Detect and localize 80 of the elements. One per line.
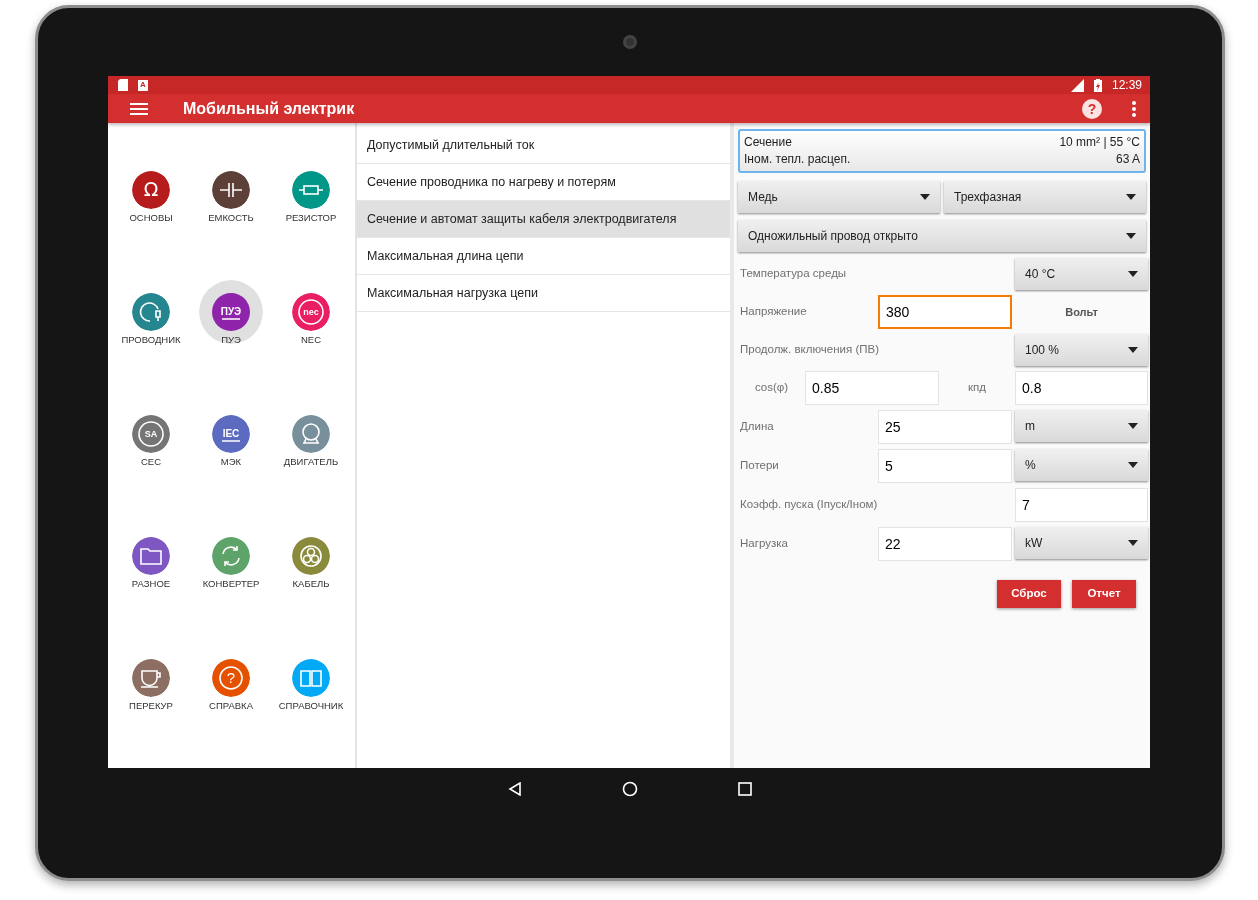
tool-tile[interactable]: Ω ОСНОВЫ — [111, 158, 191, 226]
clock-time: 12:39 — [1111, 77, 1142, 94]
back-icon[interactable] — [508, 782, 522, 796]
unit-dropdown[interactable]: kW — [1015, 527, 1148, 559]
result-value: 63 A — [1115, 151, 1140, 168]
action-button[interactable]: Отчет — [1072, 580, 1136, 608]
input-field[interactable]: 0.85 — [805, 371, 939, 405]
input-field[interactable]: 0.8 — [1015, 371, 1148, 405]
input-field[interactable]: 22 — [878, 527, 1012, 561]
resistor-icon — [292, 171, 330, 209]
signal-icon — [1070, 78, 1084, 92]
list-item[interactable]: Сечение и автомат защиты кабеля электродвигателя — [357, 201, 730, 238]
camera-lens — [623, 35, 637, 49]
tool-tile[interactable]: ПУЭ ПУЭ — [191, 280, 271, 348]
field-label: cos(φ) — [754, 380, 789, 396]
field-label: Напряжение — [739, 304, 808, 320]
logo-icon: SA — [132, 415, 170, 453]
refresh-icon — [212, 537, 250, 575]
unit-dropdown[interactable]: 40 °C — [1015, 258, 1148, 290]
tool-tile[interactable]: ? СПРАВКА — [191, 646, 271, 714]
tool-tile[interactable]: ПРОВОДНИК — [111, 280, 191, 348]
input-field[interactable]: 5 — [878, 449, 1012, 483]
more-options-icon[interactable] — [1132, 100, 1136, 117]
unit-dropdown[interactable]: % — [1015, 449, 1148, 481]
field-label: Длина — [739, 419, 775, 435]
caret-icon — [1128, 423, 1138, 429]
tool-tile[interactable]: КАБЕЛЬ — [271, 524, 351, 592]
tool-tile[interactable]: ПЕРЕКУР — [111, 646, 191, 714]
tool-tile[interactable]: ДВИГАТЕЛЬ — [271, 402, 351, 470]
book-icon — [292, 659, 330, 697]
result-label: Сечение — [744, 134, 792, 151]
tool-tile[interactable]: nec NEC — [271, 280, 351, 348]
notification-icon: A — [138, 79, 148, 91]
input-field[interactable]: 25 — [878, 410, 1012, 444]
cable-icon — [292, 537, 330, 575]
logo-icon: IEC — [212, 415, 250, 453]
action-button[interactable]: Сброс — [997, 580, 1061, 608]
caret-icon — [1126, 194, 1136, 200]
material-dropdown[interactable]: Медь — [738, 181, 940, 213]
tool-tile[interactable]: ЕМКОСТЬ — [191, 158, 271, 226]
unit-label: Вольт — [1064, 304, 1099, 320]
help-icon[interactable]: ? — [1082, 98, 1102, 119]
tool-tile[interactable]: SA CEC — [111, 402, 191, 470]
field-label: Нагрузка — [739, 536, 789, 552]
sd-card-icon — [118, 79, 128, 91]
capacitor-icon — [212, 171, 250, 209]
logo-icon: nec — [292, 293, 330, 331]
input-field[interactable]: 380 — [878, 295, 1012, 329]
caret-icon — [1128, 347, 1138, 353]
unit-dropdown[interactable]: m — [1015, 410, 1148, 442]
caret-icon — [1126, 233, 1136, 239]
caret-icon — [1128, 540, 1138, 546]
cup-icon — [132, 659, 170, 697]
app-title: Мобильный электрик — [183, 98, 355, 119]
caret-icon — [1128, 271, 1138, 277]
recent-apps-icon[interactable] — [738, 782, 752, 796]
unit-dropdown[interactable]: 100 % — [1015, 334, 1148, 366]
tool-tile[interactable]: КОНВЕРТЕР — [191, 524, 271, 592]
installation-dropdown[interactable]: Одножильный провод открыто — [738, 220, 1146, 252]
input-field[interactable]: 7 — [1015, 488, 1148, 522]
tool-tile[interactable]: СПРАВОЧНИК — [271, 646, 351, 714]
tool-tile[interactable]: РЕЗИСТОР — [271, 158, 351, 226]
field-label: Температура среды — [739, 266, 848, 282]
field-label: Коэфф. пуска (Iпуск/Iном) — [739, 497, 879, 513]
caret-icon — [920, 194, 930, 200]
tool-tile[interactable]: IEC МЭК — [191, 402, 271, 470]
omega-icon: Ω — [132, 171, 170, 209]
result-value: 10 mm² | 55 °C — [1059, 134, 1140, 151]
home-icon[interactable] — [622, 781, 638, 797]
caret-icon — [1128, 462, 1138, 468]
field-label: Потери — [739, 458, 780, 474]
result-label: Iном. тепл. расцеп. — [744, 151, 851, 168]
folder-icon — [132, 537, 170, 575]
help-icon: ? — [212, 659, 250, 697]
cord-icon — [132, 293, 170, 331]
phase-dropdown[interactable]: Трехфазная — [944, 181, 1146, 213]
tool-tile[interactable]: РАЗНОЕ — [111, 524, 191, 592]
motor-icon — [292, 415, 330, 453]
field-label: кпд — [967, 380, 987, 396]
menu-icon[interactable] — [130, 101, 148, 116]
